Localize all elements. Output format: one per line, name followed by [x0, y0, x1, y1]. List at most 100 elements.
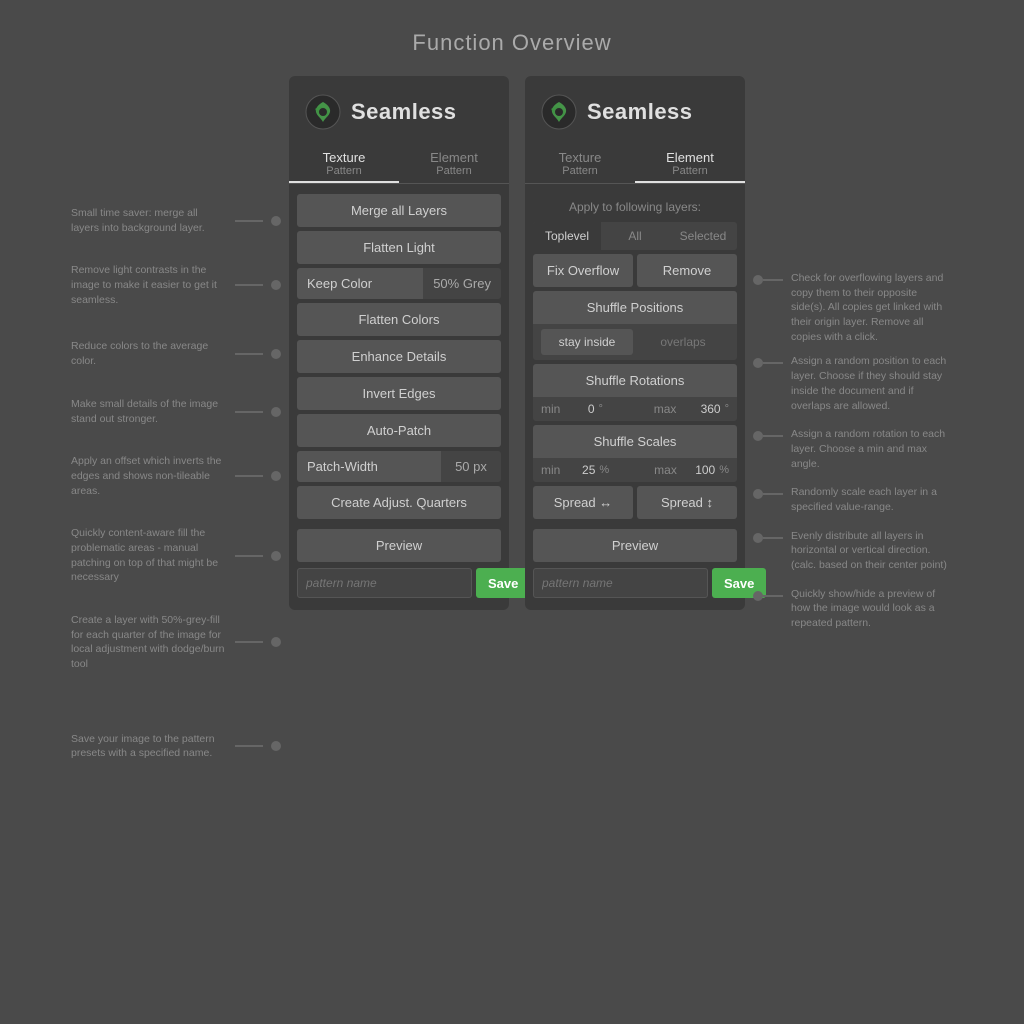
annotation-dot [271, 280, 281, 290]
shuffle-rotations-button[interactable]: Shuffle Rotations [533, 364, 737, 397]
keep-color-label: Keep Color [297, 268, 423, 299]
preview-button[interactable]: Preview [297, 529, 501, 562]
rotation-max-label: max [654, 402, 697, 416]
annotation-item: Reduce colors to the average color. [71, 339, 281, 368]
right-tab-element-sub: Pattern [635, 165, 745, 177]
right-line [763, 362, 783, 364]
flatten-colors-button[interactable]: Flatten Colors [297, 303, 501, 336]
panel-header: Seamless [289, 76, 509, 144]
right-annotation-item: Quickly show/hide a preview of how the i… [753, 587, 953, 631]
right-line [763, 279, 783, 281]
annotation-dot [271, 349, 281, 359]
keep-color-row: Keep Color 50% Grey [297, 268, 501, 299]
annotation-text: Quickly content-aware fill the problemat… [71, 526, 227, 585]
rotation-max-unit: ° [725, 403, 729, 415]
shuffle-positions-section: Shuffle Positions stay inside overlaps [533, 291, 737, 360]
right-tab-texture[interactable]: Texture Pattern [525, 144, 635, 183]
enhance-details-button[interactable]: Enhance Details [297, 340, 501, 373]
annotation-line [235, 641, 263, 643]
shuffle-rotations-options: min 0 ° max 360 ° [533, 397, 737, 421]
overlaps-button[interactable]: overlaps [637, 329, 729, 355]
rotation-max-value: 360 [701, 402, 721, 416]
flatten-light-button[interactable]: Flatten Light [297, 231, 501, 264]
annotation-dot [271, 471, 281, 481]
patch-width-label: Patch-Width [297, 451, 441, 482]
right-annotation-item: Evenly distribute all layers in horizont… [753, 529, 953, 573]
tab-texture[interactable]: Texture Pattern [289, 144, 399, 183]
right-dot [753, 275, 763, 285]
rotation-min-label: min [541, 402, 584, 416]
shuffle-rotations-section: Shuffle Rotations min 0 ° max 360 ° [533, 364, 737, 421]
right-dot [753, 489, 763, 499]
right-line [763, 493, 783, 495]
patch-width-value[interactable]: 50 px [441, 451, 501, 482]
pattern-name-input[interactable] [297, 568, 472, 598]
save-button[interactable]: Save [476, 568, 530, 598]
shuffle-scales-section: Shuffle Scales min 25 % max 100 % [533, 425, 737, 482]
spread-horizontal-button[interactable]: Spread ↔ [533, 486, 633, 519]
annotation-dot [271, 407, 281, 417]
shuffle-positions-button[interactable]: Shuffle Positions [533, 291, 737, 324]
annotation-item: Create a layer with 50%-grey-fill for ea… [71, 613, 281, 672]
spread-vertical-button[interactable]: Spread ↕ [637, 486, 737, 519]
layer-tab-all[interactable]: All [601, 222, 669, 250]
annotation-dot [271, 216, 281, 226]
right-tab-element-label: Element [635, 150, 745, 165]
right-dot [753, 358, 763, 368]
annotation-text: Save your image to the pattern presets w… [71, 732, 227, 761]
seamless-logo-icon [305, 94, 341, 130]
merge-all-layers-button[interactable]: Merge all Layers [297, 194, 501, 227]
rotation-min-unit: ° [599, 403, 603, 415]
annotation-item: Make small details of the image stand ou… [71, 397, 281, 426]
shuffle-scales-options: min 25 % max 100 % [533, 458, 737, 482]
right-save-area: Save [533, 568, 737, 598]
right-preview-button[interactable]: Preview [533, 529, 737, 562]
spread-row: Spread ↔ Spread ↕ [533, 486, 737, 519]
right-panel-header: Seamless [525, 76, 745, 144]
tab-element[interactable]: Element Pattern [399, 144, 509, 183]
annotation-text: Apply an offset which inverts the edges … [71, 454, 227, 498]
right-panel-title: Seamless [587, 99, 693, 125]
annotation-dot [271, 551, 281, 561]
annotation-line [235, 745, 263, 747]
stay-inside-button[interactable]: stay inside [541, 329, 633, 355]
annotation-text: Reduce colors to the average color. [71, 339, 227, 368]
remove-button[interactable]: Remove [637, 254, 737, 287]
right-annotation-text: Assign a random position to each layer. … [791, 354, 953, 413]
right-tab-texture-sub: Pattern [525, 165, 635, 177]
right-annotation-text: Evenly distribute all layers in horizont… [791, 529, 953, 573]
left-panel-title: Seamless [351, 99, 457, 125]
annotation-item: Apply an offset which inverts the edges … [71, 454, 281, 498]
annotation-line [235, 220, 263, 222]
page-title: Function Overview [0, 0, 1024, 76]
shuffle-scales-button[interactable]: Shuffle Scales [533, 425, 737, 458]
scale-max-unit: % [719, 464, 729, 476]
left-panel-tabs: Texture Pattern Element Pattern [289, 144, 509, 184]
right-line [763, 537, 783, 539]
tab-element-label: Element [399, 150, 509, 165]
keep-color-value[interactable]: 50% Grey [423, 268, 501, 299]
scale-max-label: max [654, 463, 691, 477]
annotation-line [235, 475, 263, 477]
right-tab-element[interactable]: Element Pattern [635, 144, 745, 183]
shuffle-positions-options: stay inside overlaps [533, 324, 737, 360]
right-panel: Seamless Texture Pattern Element Pattern… [525, 76, 745, 610]
right-dot [753, 533, 763, 543]
annotation-item: Quickly content-aware fill the problemat… [71, 526, 281, 585]
right-annotation-item: Randomly scale each layer in a specified… [753, 485, 953, 514]
layer-tab-toplevel[interactable]: Toplevel [533, 222, 601, 250]
auto-patch-button[interactable]: Auto-Patch [297, 414, 501, 447]
layer-tab-selected[interactable]: Selected [669, 222, 737, 250]
left-annotations-column: Small time saver: merge all layers into … [71, 76, 281, 773]
scale-min-unit: % [599, 464, 609, 476]
invert-edges-button[interactable]: Invert Edges [297, 377, 501, 410]
create-adjust-quarters-button[interactable]: Create Adjust. Quarters [297, 486, 501, 519]
annotation-dot [271, 741, 281, 751]
annotation-text: Remove light contrasts in the image to m… [71, 263, 227, 307]
right-pattern-name-input[interactable] [533, 568, 708, 598]
right-line [763, 595, 783, 597]
fix-overflow-button[interactable]: Fix Overflow [533, 254, 633, 287]
annotation-line [235, 411, 263, 413]
seamless-logo-icon-right [541, 94, 577, 130]
annotation-dot [271, 637, 281, 647]
